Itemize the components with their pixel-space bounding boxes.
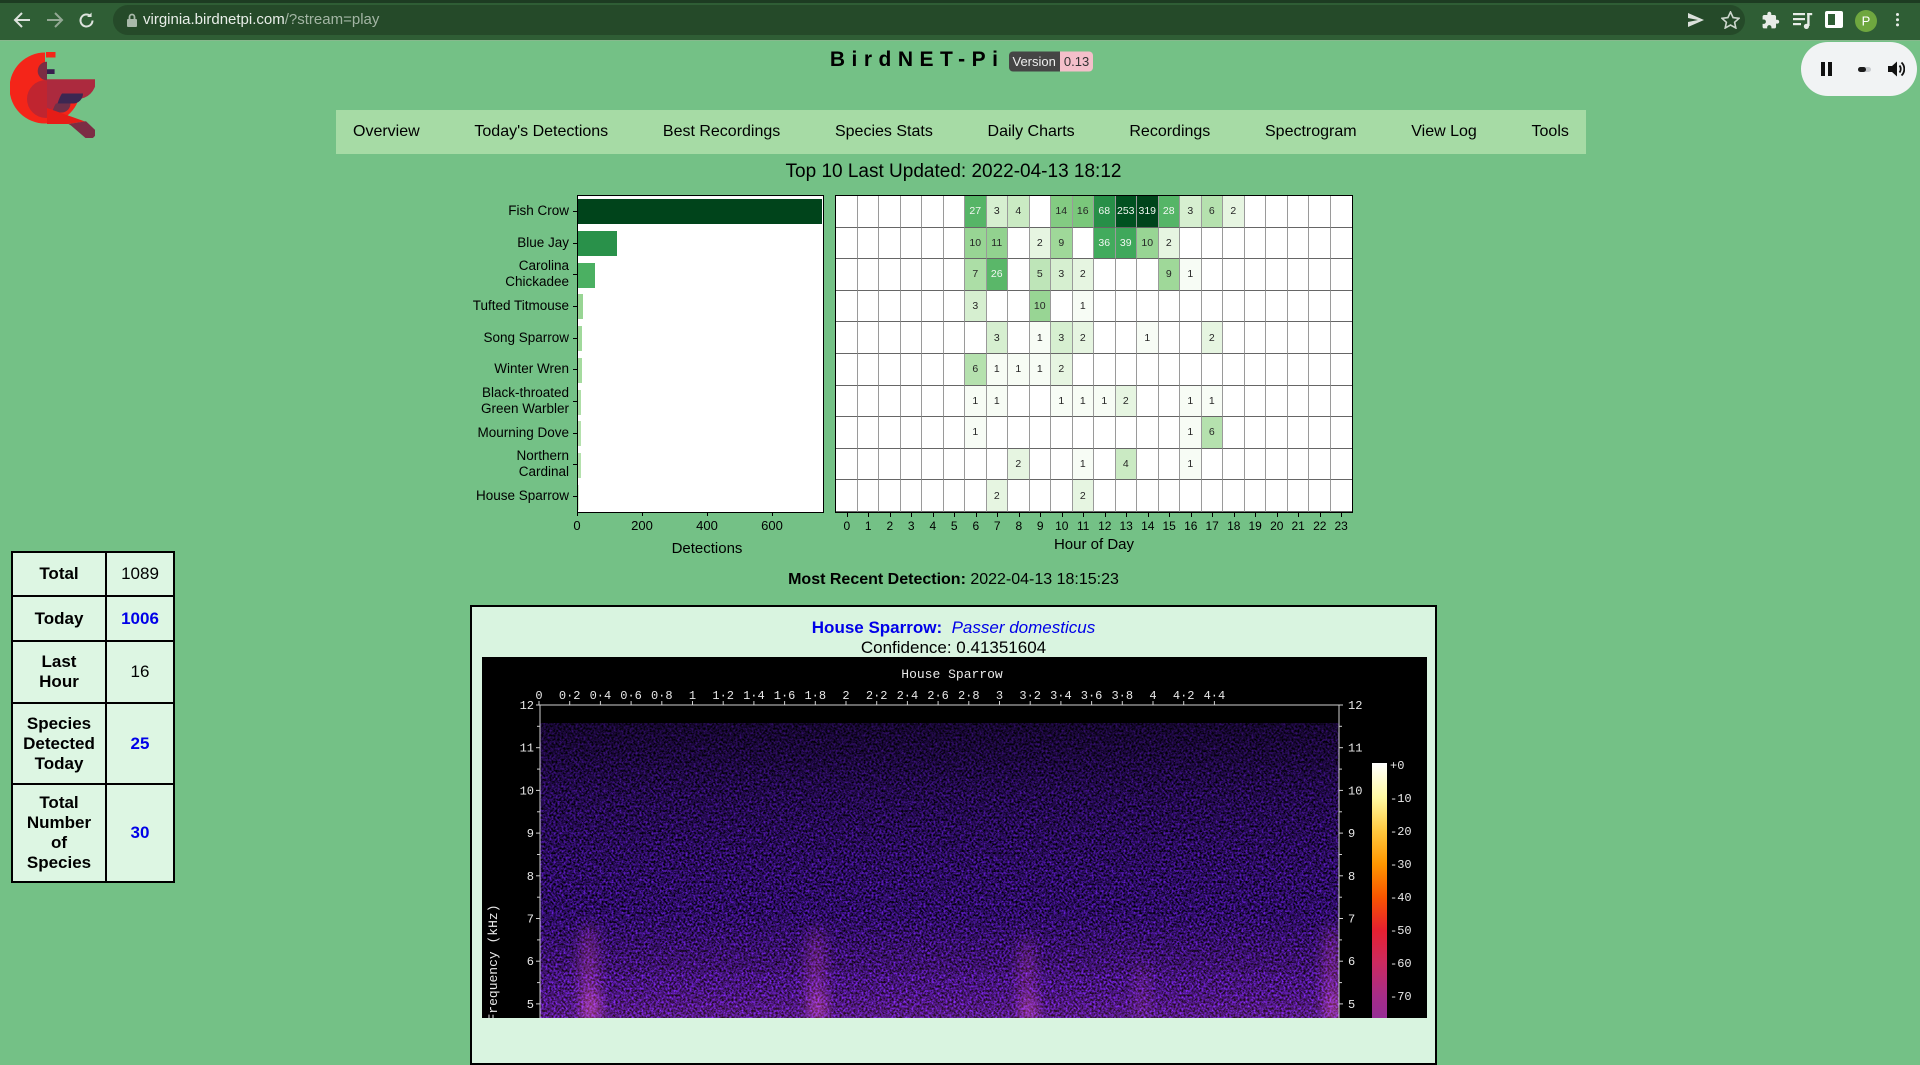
svg-text:2·2: 2·2: [866, 689, 888, 703]
svg-text:2·8: 2·8: [958, 689, 980, 703]
svg-text:6: 6: [527, 955, 534, 969]
svg-text:3·6: 3·6: [1081, 689, 1103, 703]
svg-text:5: 5: [1348, 998, 1355, 1012]
svg-text:4·4: 4·4: [1204, 689, 1226, 703]
svg-text:-30: -30: [1390, 858, 1412, 872]
svg-text:-40: -40: [1390, 891, 1412, 905]
svg-text:-60: -60: [1390, 957, 1412, 971]
svg-text:House Sparrow: House Sparrow: [901, 667, 1003, 682]
svg-text:9: 9: [527, 827, 534, 841]
svg-text:11: 11: [520, 742, 534, 756]
svg-text:0: 0: [535, 689, 542, 703]
svg-text:3: 3: [996, 689, 1003, 703]
svg-text:7: 7: [527, 913, 534, 927]
svg-text:0·2: 0·2: [559, 689, 581, 703]
svg-text:7: 7: [1348, 913, 1355, 927]
svg-text:11: 11: [1348, 742, 1362, 756]
svg-text:0·6: 0·6: [620, 689, 642, 703]
svg-text:2·6: 2·6: [927, 689, 949, 703]
svg-text:3·8: 3·8: [1111, 689, 1133, 703]
svg-text:2·4: 2·4: [897, 689, 919, 703]
svg-text:P: P: [1862, 14, 1871, 29]
svg-text:3·2: 3·2: [1019, 689, 1041, 703]
svg-text:3·4: 3·4: [1050, 689, 1072, 703]
svg-text:+0: +0: [1390, 759, 1404, 773]
svg-text:-10: -10: [1390, 792, 1412, 806]
svg-text:5: 5: [527, 998, 534, 1012]
svg-text:4·2: 4·2: [1173, 689, 1195, 703]
svg-text:8: 8: [1348, 870, 1355, 884]
svg-text:Frequency (kHz): Frequency (kHz): [486, 904, 501, 1018]
svg-text:1·6: 1·6: [774, 689, 796, 703]
svg-text:1·8: 1·8: [804, 689, 826, 703]
svg-text:10: 10: [520, 784, 534, 798]
svg-text:-50: -50: [1390, 924, 1412, 938]
svg-text:10: 10: [1348, 784, 1362, 798]
svg-text:1·4: 1·4: [743, 689, 765, 703]
svg-text:1·2: 1·2: [712, 689, 734, 703]
svg-text:-70: -70: [1390, 990, 1412, 1004]
svg-text:12: 12: [520, 699, 534, 713]
svg-text:6: 6: [1348, 955, 1355, 969]
svg-text:1: 1: [689, 689, 696, 703]
svg-text:8: 8: [527, 870, 534, 884]
svg-text:4: 4: [1149, 689, 1156, 703]
svg-text:9: 9: [1348, 827, 1355, 841]
svg-text:-20: -20: [1390, 825, 1412, 839]
svg-text:2: 2: [842, 689, 849, 703]
svg-text:0·8: 0·8: [651, 689, 673, 703]
svg-text:12: 12: [1348, 699, 1362, 713]
svg-text:0·4: 0·4: [590, 689, 612, 703]
